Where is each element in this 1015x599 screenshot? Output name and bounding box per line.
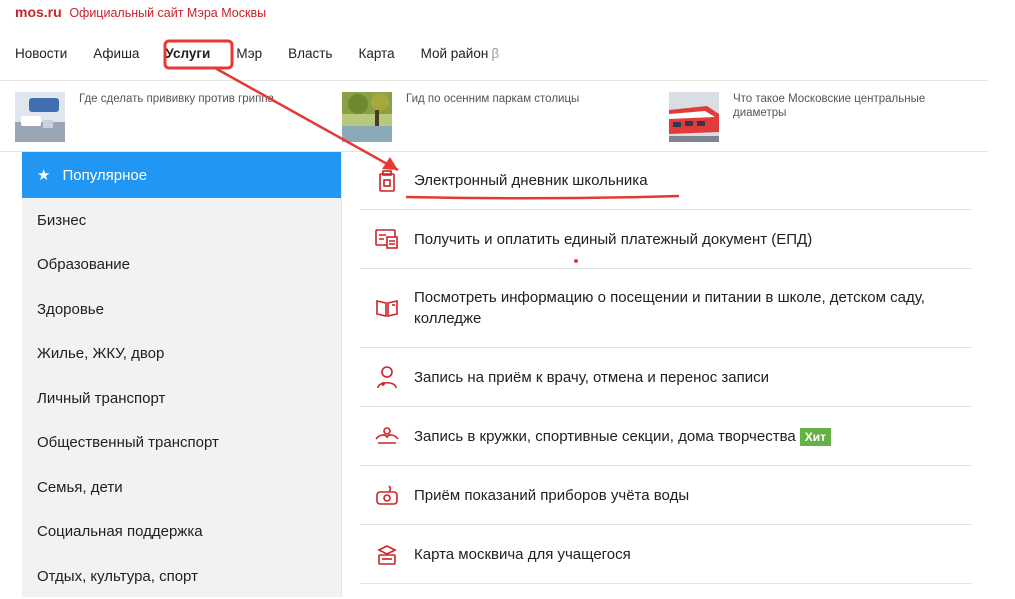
student-card-icon (360, 542, 414, 566)
category-sidebar: ★ Популярное Бизнес Образование Здоровье… (22, 152, 341, 597)
sidebar-item-housing[interactable]: Жилье, ЖКУ, двор (22, 332, 341, 377)
sidebar-item-business[interactable]: Бизнес (22, 198, 341, 243)
news-title: Что такое Московские центральные диаметр… (733, 93, 926, 119)
service-label: Посмотреть информацию о посещении и пита… (414, 289, 925, 327)
service-label: Электронный дневник школьника (414, 172, 648, 189)
sidebar-item-social-support[interactable]: Социальная поддержка (22, 510, 341, 555)
sidebar-item-family[interactable]: Семья, дети (22, 465, 341, 510)
payment-document-icon (360, 227, 414, 251)
sidebar-item-health[interactable]: Здоровье (22, 287, 341, 332)
sidebar-item-label: Популярное (62, 166, 148, 184)
service-item[interactable]: Получить и оплатить единый платежный док… (360, 210, 972, 269)
column-divider (341, 152, 342, 597)
autumn-park-thumbnail (342, 92, 392, 142)
nav-my-district-label: Мой район (420, 46, 489, 61)
sidebar-item-personal-transport[interactable]: Личный транспорт (22, 376, 341, 421)
train-thumbnail (669, 92, 719, 142)
nav-mayor[interactable]: Мэр (236, 46, 262, 61)
beta-badge: β (491, 46, 500, 61)
news-card-flu[interactable]: Где сделать прививку против гриппа (15, 92, 289, 142)
service-item[interactable]: Посмотреть информацию о посещении и пита… (360, 269, 972, 348)
star-icon: ★ (37, 167, 51, 184)
book-icon (360, 297, 414, 319)
service-item[interactable]: Электронный дневник школьника (360, 152, 972, 210)
site-brand[interactable]: mos.ru Официальный сайт Мэра Москвы (15, 4, 266, 20)
hit-badge: Хит (799, 427, 831, 446)
main-nav: Новости Афиша Услуги Мэр Власть Карта Мо… (15, 46, 525, 61)
site-tagline: Официальный сайт Мэра Москвы (69, 6, 267, 20)
nav-my-district[interactable]: Мой район β (421, 46, 499, 61)
service-item[interactable]: Запись в кружки, спортивные секции, дома… (360, 407, 972, 466)
service-label: Получить и оплатить единый платежный док… (414, 230, 813, 248)
sidebar-item-leisure[interactable]: Отдых, культура, спорт (22, 554, 341, 599)
service-label-text: Запись в кружки, спортивные секции, дома… (414, 427, 796, 445)
news-title: Где сделать прививку против гриппа (79, 93, 274, 105)
service-label: Приём показаний приборов учёта воды (414, 486, 690, 504)
news-card-parks[interactable]: Гид по осенним паркам столицы (342, 92, 606, 142)
sidebar-item-public-transport[interactable]: Общественный транспорт (22, 421, 341, 466)
water-meter-icon (360, 483, 414, 507)
news-title: Гид по осенним паркам столицы (406, 93, 580, 105)
news-card-diameters[interactable]: Что такое Московские центральные диаметр… (669, 92, 953, 142)
service-label: Запись на приём к врачу, отмена и перено… (414, 368, 769, 386)
nav-news[interactable]: Новости (15, 46, 67, 61)
service-label: Карта москвича для учащегося (414, 545, 631, 563)
nav-government[interactable]: Власть (288, 46, 332, 61)
service-label: Запись в кружки, спортивные секции, дома… (414, 426, 972, 447)
service-item[interactable]: Карта москвича для учащегося (360, 525, 972, 584)
clubs-icon (360, 425, 414, 447)
nav-services[interactable]: Услуги (165, 46, 210, 61)
sidebar-item-popular[interactable]: ★ Популярное (22, 152, 341, 198)
service-item[interactable]: Приём показаний приборов учёта воды (360, 466, 972, 525)
site-logo[interactable]: mos.ru (15, 4, 62, 20)
sidebar-item-education[interactable]: Образование (22, 243, 341, 288)
header-divider (0, 80, 988, 81)
diary-icon (360, 169, 414, 193)
flu-vaccine-thumbnail (15, 92, 65, 142)
popular-services-list: Электронный дневник школьника Получить и… (360, 152, 972, 584)
service-item[interactable]: Запись на приём к врачу, отмена и перено… (360, 348, 972, 407)
doctor-icon (360, 364, 414, 390)
nav-map[interactable]: Карта (358, 46, 394, 61)
nav-afisha[interactable]: Афиша (93, 46, 139, 61)
